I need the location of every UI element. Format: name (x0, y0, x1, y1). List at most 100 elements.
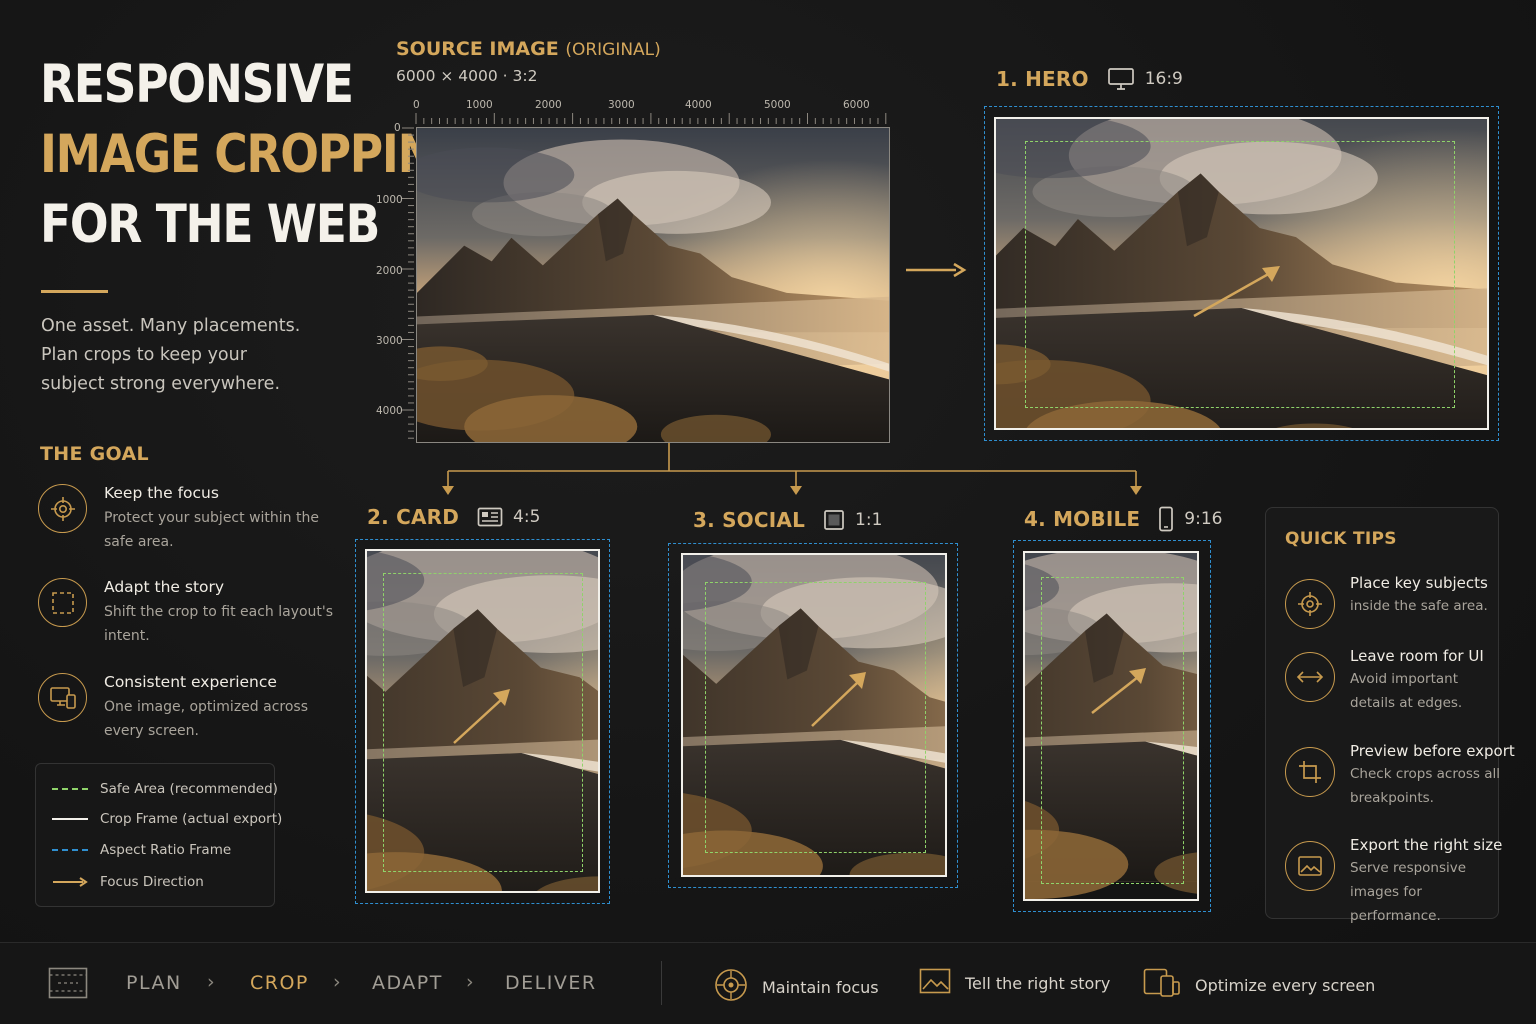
tip-desc: inside the safe area. (1350, 598, 1488, 614)
source-dimensions: 6000 × 4000 · 3:2 (396, 67, 538, 85)
tip-item: Place key subjects inside the safe area. (1285, 574, 1499, 654)
feature-label: Optimize every screen (1195, 975, 1376, 995)
tip-title: Export the right size (1350, 836, 1503, 854)
social-title: 3. SOCIAL (693, 508, 806, 532)
goal-title: Keep the focus (104, 484, 219, 502)
legend-focus-direction: Focus Direction (52, 872, 204, 892)
legend-aspect-frame: Aspect Ratio Frame (52, 840, 231, 860)
chevron-right-icon: › (333, 971, 341, 993)
ruler-x-label: 6000 (843, 99, 870, 111)
card-ratio: 4:5 (513, 507, 541, 527)
feature-optimize-screens: Optimize every screen (1143, 968, 1375, 1002)
monitor-icon (1107, 67, 1135, 91)
intro-line-1: One asset. Many placements. (41, 316, 301, 336)
mobile-title: 4. MOBILE (1024, 507, 1141, 531)
goal-title: Consistent experience (104, 673, 277, 691)
ruler-x-label: 2000 (535, 99, 562, 111)
legend-swatch (52, 849, 88, 851)
step-plan[interactable]: PLAN (126, 972, 182, 994)
target-icon (1285, 579, 1335, 629)
card-header: 2. CARD 4:5 (367, 505, 540, 529)
image-icon (1285, 841, 1335, 891)
tip-title: Place key subjects (1350, 574, 1488, 592)
tip-item: Leave room for UI Avoid important detail… (1285, 647, 1499, 727)
card-crop-frame[interactable] (365, 549, 600, 893)
title-divider (41, 290, 108, 293)
goal-title: Adapt the story (104, 578, 225, 596)
feature-label: Tell the right story (965, 973, 1111, 993)
legend-label: Crop Frame (actual export) (100, 811, 283, 827)
step-deliver[interactable]: DELIVER (505, 972, 597, 994)
goal-item-consistent: Consistent experience One image, optimiz… (38, 673, 338, 753)
quick-tips-panel: QUICK TIPS Place key subjects inside the… (1265, 507, 1515, 924)
horizontal-arrows-icon (1285, 652, 1335, 702)
social-header: 3. SOCIAL 1:1 (693, 508, 882, 532)
arrow-right-icon (53, 877, 88, 887)
arrow-right-icon (906, 262, 967, 278)
ruler-y-label: 4000 (376, 405, 403, 417)
legend-label: Focus Direction (100, 874, 204, 890)
devices-icon (1143, 968, 1181, 1002)
tip-item: Preview before export Check crops across… (1285, 742, 1515, 822)
feature-label: Maintain focus (762, 977, 879, 997)
social-crop-frame[interactable] (681, 553, 947, 877)
legend-safe-area: Safe Area (recommended) (52, 779, 278, 799)
hero-title: 1. HERO (996, 67, 1089, 91)
legend-label: Aspect Ratio Frame (100, 842, 232, 858)
ruler-x-label: 0 (413, 99, 420, 111)
target-icon (714, 968, 748, 1006)
goal-desc: Shift the crop to fit each layout's inte… (104, 604, 334, 644)
tip-desc: Serve responsive images for performance. (1350, 860, 1467, 924)
step-adapt[interactable]: ADAPT (372, 972, 443, 994)
chevron-right-icon: › (466, 971, 474, 993)
source-title-sub: (ORIGINAL) (565, 40, 661, 60)
social-ratio: 1:1 (855, 510, 883, 530)
legend-swatch (52, 788, 88, 790)
ruler-x-label: 5000 (764, 99, 791, 111)
tips-heading: QUICK TIPS (1285, 529, 1397, 549)
frame-ruler-icon (48, 967, 88, 1003)
goal-item-focus: Keep the focus Protect your subject with… (38, 484, 338, 564)
intro-line-3: subject strong everywhere. (41, 374, 281, 394)
hero-crop-frame[interactable] (994, 117, 1489, 430)
ruler-x-label: 3000 (608, 99, 635, 111)
hero-ratio: 16:9 (1144, 69, 1183, 89)
intro-text: One asset. Many placements. Plan crops t… (41, 312, 341, 399)
tip-item: Export the right size Serve responsive i… (1285, 836, 1503, 924)
feature-tell-story: Tell the right story (919, 968, 1110, 998)
legend-swatch (52, 818, 88, 820)
card-icon (477, 507, 503, 527)
legend-label: Safe Area (recommended) (100, 781, 278, 797)
tip-desc: Check crops across all breakpoints. (1350, 766, 1500, 806)
ruler-y-label: 3000 (376, 335, 403, 347)
workflow-bar: PLAN › CROP › ADAPT › DELIVER Maintain f… (0, 942, 1536, 1024)
tip-desc: Avoid important details at edges. (1350, 671, 1463, 711)
mobile-ratio: 9:16 (1184, 509, 1223, 529)
goal-heading: THE GOAL (40, 443, 149, 465)
intro-line-2: Plan crops to keep your (41, 345, 247, 365)
dashed-frame-icon (38, 578, 87, 627)
source-image[interactable] (416, 127, 890, 443)
goal-item-adapt: Adapt the story Shift the crop to fit ea… (38, 578, 338, 658)
source-title-main: SOURCE IMAGE (396, 38, 559, 60)
horizontal-ruler: 0 1000 2000 3000 4000 5000 6000 (410, 96, 890, 126)
step-crop[interactable]: CROP (250, 972, 309, 994)
mobile-header: 4. MOBILE 9:16 (1024, 506, 1222, 532)
card-title: 2. CARD (367, 505, 460, 529)
crop-icon (1285, 747, 1335, 797)
legend-panel: Safe Area (recommended) Crop Frame (actu… (35, 763, 282, 907)
tip-title: Leave room for UI (1350, 647, 1484, 665)
chevron-right-icon: › (207, 971, 215, 993)
tip-title: Preview before export (1350, 742, 1515, 760)
ruler-x-label: 4000 (685, 99, 712, 111)
legend-crop-frame: Crop Frame (actual export) (52, 809, 282, 829)
bar-divider (661, 961, 662, 1005)
landscape-icon (919, 968, 951, 998)
ruler-x-label: 1000 (466, 99, 493, 111)
hero-header: 1. HERO 16:9 (996, 67, 1183, 91)
ruler-y-label: 1000 (376, 194, 403, 206)
ruler-y-label: 2000 (376, 265, 403, 277)
goal-desc: Protect your subject within the safe are… (104, 510, 319, 550)
target-icon (38, 484, 87, 533)
mobile-crop-frame[interactable] (1023, 551, 1199, 901)
